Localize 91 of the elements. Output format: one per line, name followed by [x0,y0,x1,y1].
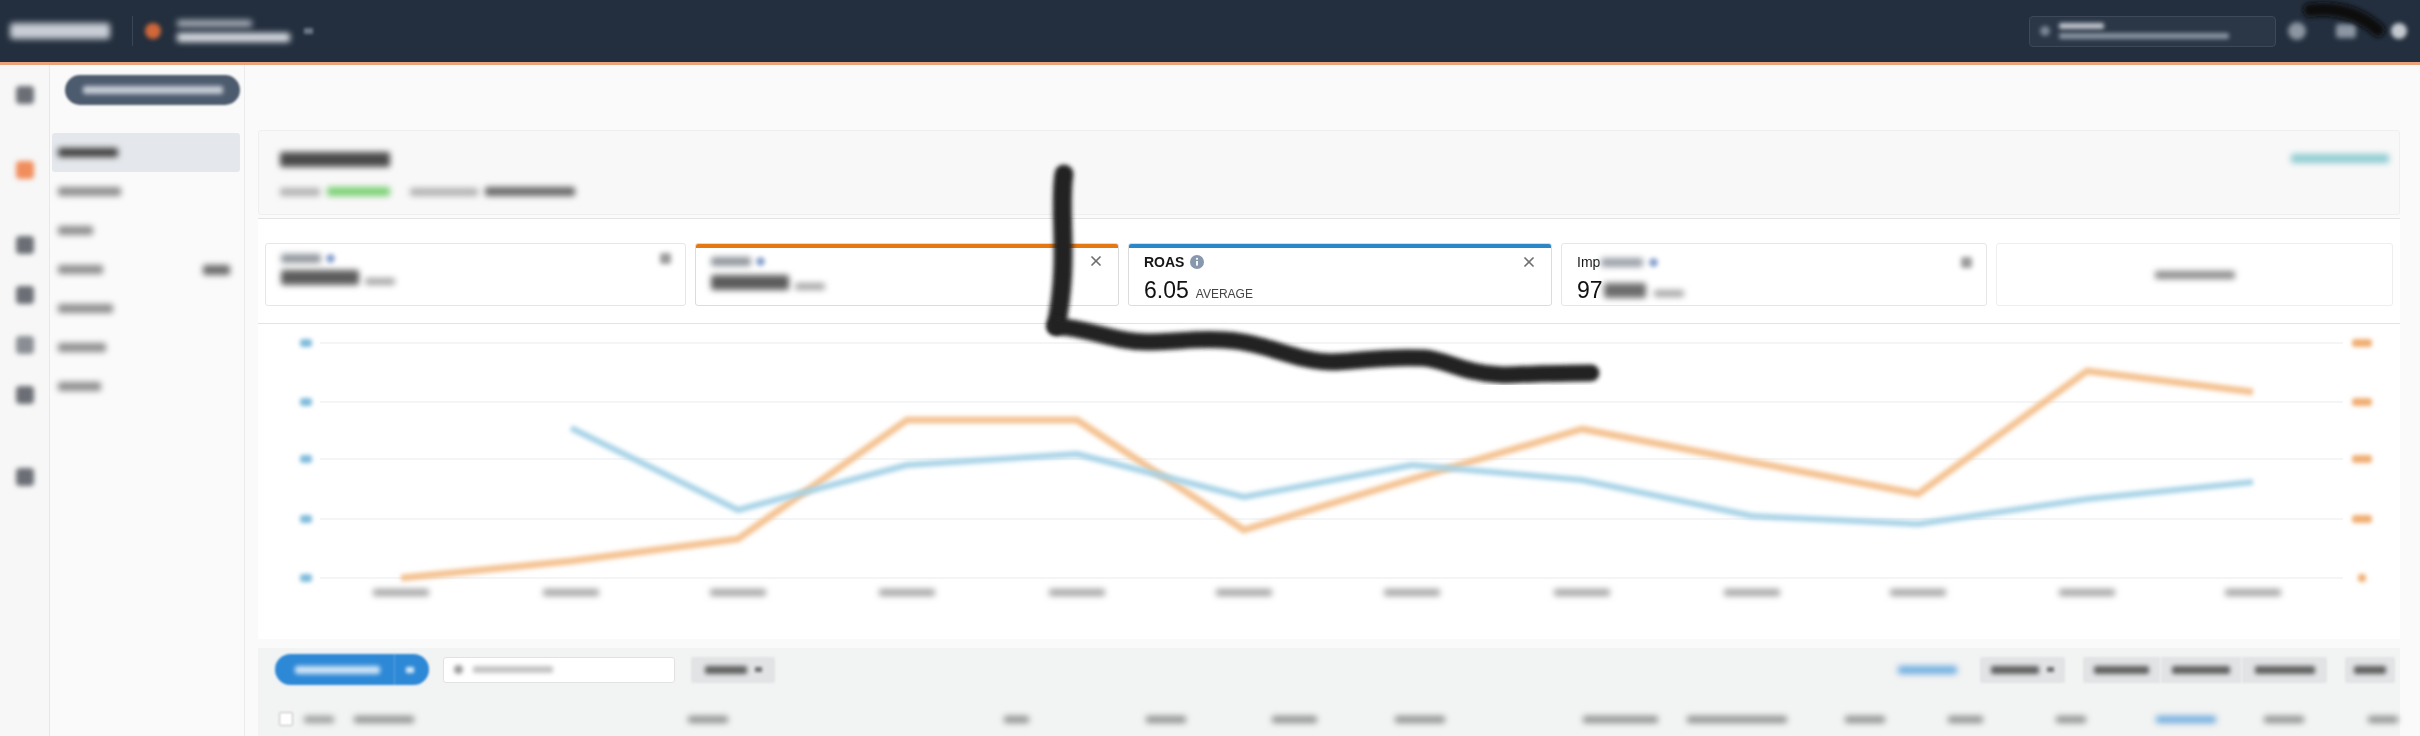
blurred-icon[interactable] [15,386,34,404]
blurred-button[interactable] [65,75,240,105]
blurred-text [365,278,395,285]
blurred-text [795,283,825,290]
blurred-icon[interactable] [2391,23,2407,39]
blurred-text [300,339,312,347]
blurred-text [354,715,414,723]
blurred-text [2352,515,2372,523]
blurred-text [879,589,935,596]
blurred-button[interactable] [691,656,775,683]
blurred-text [373,589,429,596]
caret-icon[interactable] [304,28,313,34]
blurred-text [58,304,113,313]
blurred-text [410,187,478,196]
blurred-text [300,455,312,463]
metric-card[interactable] [695,243,1119,306]
blurred-icon[interactable] [2336,24,2356,38]
blurred-icon [756,256,765,266]
blurred-text [1146,715,1186,723]
blurred-button[interactable] [1980,656,2065,683]
blurred-text [1948,715,1983,723]
blurred-text [2368,715,2398,723]
blurred-text [280,187,320,196]
blurred-icon[interactable] [15,286,34,304]
blurred-text [711,256,751,266]
blurred-text [300,398,312,406]
blurred-text [2352,339,2372,347]
info-icon [1190,255,1205,269]
blurred-button[interactable] [2083,656,2160,683]
blurred-text [1724,589,1780,596]
blurred-text [58,187,121,196]
close-icon[interactable] [1521,254,1537,270]
blurred-icon [2040,26,2050,36]
blurred-text [1601,257,1644,267]
blurred-text [304,715,334,723]
metric-card[interactable]: Imp 97 [1561,243,1987,306]
blurred-icon [326,254,335,263]
blurred-text [300,515,312,523]
blurred-button[interactable] [2242,656,2327,683]
blurred-button[interactable] [2161,656,2241,683]
blurred-icon [145,23,161,39]
blurred-text [1845,715,1885,723]
blurred-text [688,715,728,723]
blurred-text [543,589,599,596]
blurred-text [1603,282,1646,298]
metric-value: 97 [1577,277,1603,303]
blurred-text [1890,589,1946,596]
blurred-text [2358,574,2366,582]
blurred-text [327,187,390,196]
blurred-icon[interactable] [15,468,34,486]
blurred-text [2225,589,2281,596]
metric-qualifier: AVERAGE [1195,287,1253,301]
blurred-text [300,574,312,582]
blurred-text [2059,589,2115,596]
metric-card[interactable]: ROAS 6.05 AVERAGE [1128,243,1552,306]
sidebar-item[interactable] [52,133,240,172]
blurred-text [1653,289,1684,297]
blurred-text [1272,715,1317,723]
metric-label: ROAS [1144,253,1185,271]
blurred-text [1395,715,1445,723]
blurred-text [58,265,103,274]
blurred-text [2056,715,2086,723]
blurred-text [1216,589,1272,596]
blurred-icon [1649,257,1659,267]
blurred-text [2352,455,2372,463]
blurred-text [281,254,321,263]
blurred-text [58,226,93,235]
blurred-icon[interactable] [2288,22,2306,40]
blurred-icon [454,665,463,674]
close-icon[interactable] [1088,253,1104,269]
blurred-text [710,589,766,596]
blurred-icon[interactable] [15,236,34,254]
metric-value: 6.05 [1144,277,1189,303]
blurred-button[interactable] [275,654,429,685]
blurred-text [58,148,118,157]
blurred-text [58,382,101,391]
metric-label: Imp [1577,253,1601,271]
blurred-text [1384,589,1440,596]
blurred-icon[interactable] [15,86,34,104]
blurred-text [1554,589,1610,596]
caret-icon [406,666,414,673]
blurred-text [2352,398,2372,406]
blurred-text [1049,589,1105,596]
blurred-text [58,343,106,352]
blurred-text [2156,715,2216,723]
checkbox[interactable] [279,712,293,726]
search-field[interactable] [2029,15,2276,47]
blurred-text [1004,715,1029,723]
blurred-badge [203,264,230,275]
blurred-button[interactable] [2345,656,2395,683]
blurred-text [2264,715,2304,723]
